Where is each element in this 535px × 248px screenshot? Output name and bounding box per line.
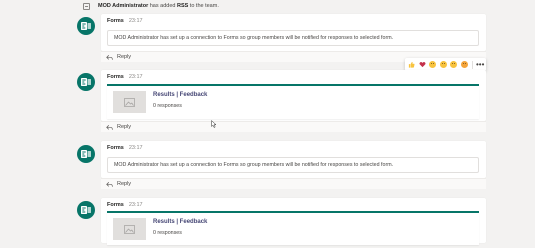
image-placeholder-icon [124,97,135,107]
system-text-after: to the team. [188,3,219,9]
forms-logo-icon [81,22,91,30]
form-card-title[interactable]: Results | Feedback [153,219,207,225]
reply-label: Reply [117,54,132,60]
message-author[interactable]: Forms [107,202,124,208]
more-options-icon[interactable]: ••• [476,60,484,69]
angry-icon[interactable] [460,61,468,68]
reply-button[interactable]: Reply [101,178,486,189]
image-placeholder-icon [124,224,135,234]
system-text-before: has added [148,3,177,9]
reaction-divider [472,60,473,69]
message-time: 23:17 [128,202,143,208]
message-header: Forms 23:17 [107,145,143,151]
forms-logo-icon [81,150,91,158]
form-thumbnail [113,218,146,240]
laugh-icon[interactable] [429,61,436,68]
message-time: 23:17 [128,18,143,24]
message-card[interactable]: Forms 23:17 MOD Administrator has set up… [101,14,486,51]
message-author[interactable]: Forms [107,74,124,80]
reply-label: Reply [117,181,132,187]
form-results-card[interactable]: Results | Feedback 0 responses [107,211,479,245]
form-card-subtitle: 0 responses [153,230,182,236]
message-body: MOD Administrator has set up a connectio… [107,30,479,46]
message-author[interactable]: Forms [107,145,124,151]
forms-avatar[interactable] [77,145,95,163]
surprised-icon[interactable] [439,61,447,68]
message-card[interactable]: Forms 23:17 Results | Feedback 0 respons… [101,70,486,121]
forms-logo-icon [81,206,91,214]
team-connector-icon [83,2,90,10]
form-card-title[interactable]: Results | Feedback [153,92,207,98]
message-header: Forms 23:17 [107,18,143,24]
message-card[interactable]: Forms 23:17 Results | Feedback 0 respons… [101,198,486,245]
form-thumbnail [113,91,146,113]
forms-avatar[interactable] [77,17,95,35]
system-target: RSS [176,3,189,9]
message-header: Forms 23:17 [107,202,143,208]
form-card-subtitle: 0 responses [153,103,182,109]
system-message: MOD Administrator has added RSS to the t… [83,0,219,12]
message-time: 23:17 [128,74,143,80]
system-actor: MOD Administrator [98,3,149,9]
message-body: MOD Administrator has set up a connectio… [107,157,479,173]
sad-icon[interactable] [450,61,457,68]
message-time: 23:17 [128,145,143,151]
heart-icon[interactable] [418,61,426,68]
message-author[interactable]: Forms [107,18,124,24]
message-card[interactable]: Forms 23:17 MOD Administrator has set up… [101,141,486,178]
reply-label: Reply [117,124,132,130]
message-header: Forms 23:17 [107,74,143,80]
forms-avatar[interactable] [77,201,95,219]
reply-arrow-icon [106,181,113,187]
forms-logo-icon [81,78,91,86]
reply-arrow-icon [106,54,113,60]
reply-arrow-icon [106,124,113,130]
like-icon[interactable] [408,61,415,68]
mouse-cursor-icon [211,120,217,128]
reply-button[interactable]: Reply [101,121,486,132]
forms-avatar[interactable] [77,73,95,91]
form-results-card[interactable]: Results | Feedback 0 responses [107,84,479,119]
